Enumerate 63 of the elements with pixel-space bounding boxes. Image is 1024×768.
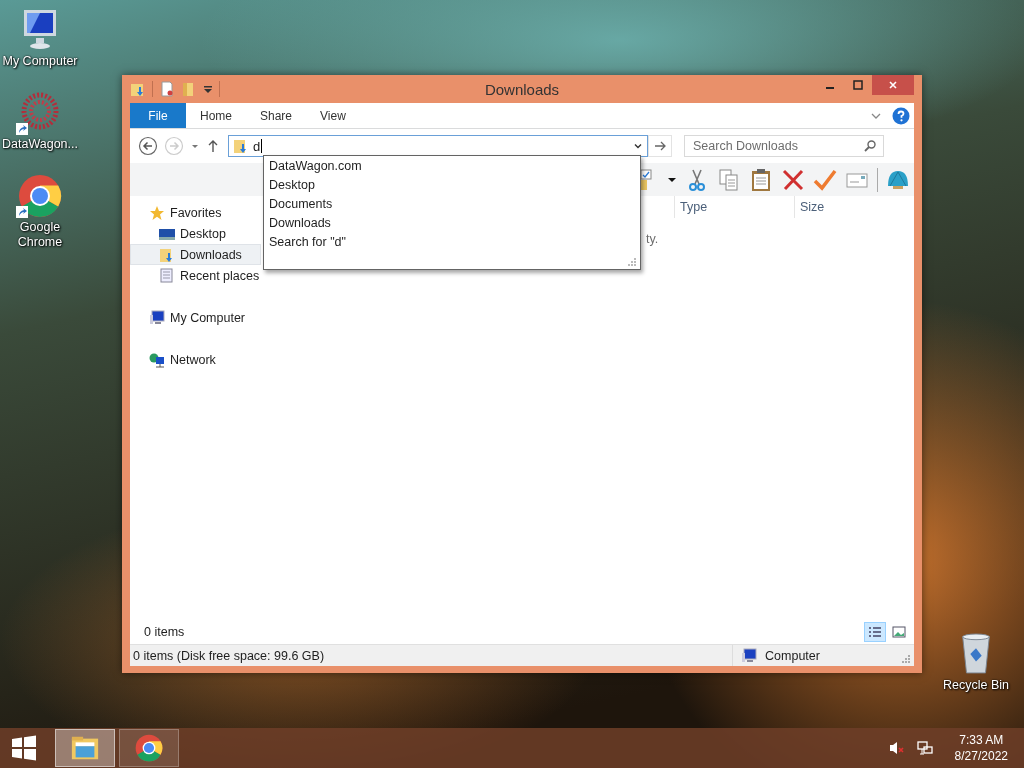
- empty-folder-message: ty.: [646, 232, 659, 246]
- network-icon[interactable]: [916, 740, 933, 756]
- folder-icon: [159, 246, 175, 263]
- nav-item[interactable]: Network: [130, 349, 261, 370]
- ribbon-tab[interactable]: Share: [246, 103, 307, 128]
- nav-item[interactable]: Downloads: [130, 244, 261, 265]
- chevron-down-icon[interactable]: [633, 141, 643, 151]
- delete-icon[interactable]: [781, 167, 805, 192]
- help-icon[interactable]: [892, 106, 910, 125]
- image-view-icon: [892, 625, 906, 639]
- desktop-icon-label[interactable]: My Computer: [1, 54, 79, 69]
- windows-start-icon[interactable]: [11, 735, 37, 761]
- item-count: 0 items: [144, 625, 185, 639]
- maximize-icon: [853, 80, 863, 90]
- suggestion-item[interactable]: Documents: [264, 195, 640, 214]
- nav-item[interactable]: Favorites: [130, 202, 261, 223]
- clipboard-icon[interactable]: [749, 167, 773, 192]
- close-icon: [888, 80, 898, 90]
- taskbar-app-button[interactable]: [55, 729, 115, 767]
- resize-grip-icon[interactable]: [627, 257, 637, 267]
- properties-icon[interactable]: [159, 81, 175, 97]
- status-location: Computer: [765, 648, 820, 663]
- column-header[interactable]: Size: [794, 196, 914, 218]
- folder-icon[interactable]: [130, 81, 146, 97]
- suggestion-item[interactable]: Downloads: [264, 214, 640, 233]
- suggestion-item[interactable]: DataWagon.com: [264, 157, 640, 176]
- close-button[interactable]: [872, 75, 914, 95]
- suggestion-item[interactable]: Search for "d": [264, 233, 640, 252]
- details-view-icon: [868, 625, 882, 639]
- window-title: Downloads: [483, 80, 561, 98]
- desktop-icon-label[interactable]: DataWagon...: [1, 137, 79, 152]
- minimize-icon: [826, 87, 834, 89]
- computer-icon: [149, 309, 165, 326]
- computer-icon: [741, 647, 758, 664]
- recent-places-icon: [159, 267, 175, 284]
- nav-item[interactable]: Desktop: [130, 223, 261, 244]
- resize-grip-icon[interactable]: [901, 654, 911, 664]
- up-arrow-icon[interactable]: [206, 139, 220, 153]
- clock-time[interactable]: 7:33 AM: [959, 732, 1004, 748]
- clock-date[interactable]: 8/27/2022: [954, 748, 1008, 764]
- view-button[interactable]: [864, 622, 886, 642]
- search-field[interactable]: Search Downloads: [684, 135, 884, 157]
- nav-item[interactable]: Recent places: [130, 265, 261, 286]
- column-header[interactable]: Type: [674, 196, 794, 218]
- network-icon: [149, 351, 165, 368]
- checkmark-icon[interactable]: [813, 167, 837, 192]
- go-button[interactable]: [648, 135, 672, 157]
- status-text: 0 items (Disk free space: 99.6 GB): [133, 648, 325, 663]
- speaker-muted-icon[interactable]: [888, 740, 905, 756]
- back-icon[interactable]: [138, 136, 158, 156]
- desktop-icon-label[interactable]: Google Chrome: [1, 220, 79, 250]
- desktop-icon-label[interactable]: Recycle Bin: [937, 678, 1015, 693]
- folder-icon: [233, 138, 249, 154]
- chrome-icon[interactable]: [18, 174, 62, 218]
- folder-icon: [70, 734, 100, 762]
- nav-item[interactable]: My Computer: [130, 307, 261, 328]
- chrome-icon: [134, 734, 164, 762]
- ribbon-tab[interactable]: View: [306, 103, 360, 128]
- star-icon: [149, 204, 165, 221]
- arrow-right-icon: [653, 139, 667, 153]
- ribbon-tab[interactable]: Home: [186, 103, 246, 128]
- taskbar-app-button[interactable]: [119, 729, 179, 767]
- search-icon: [863, 139, 877, 153]
